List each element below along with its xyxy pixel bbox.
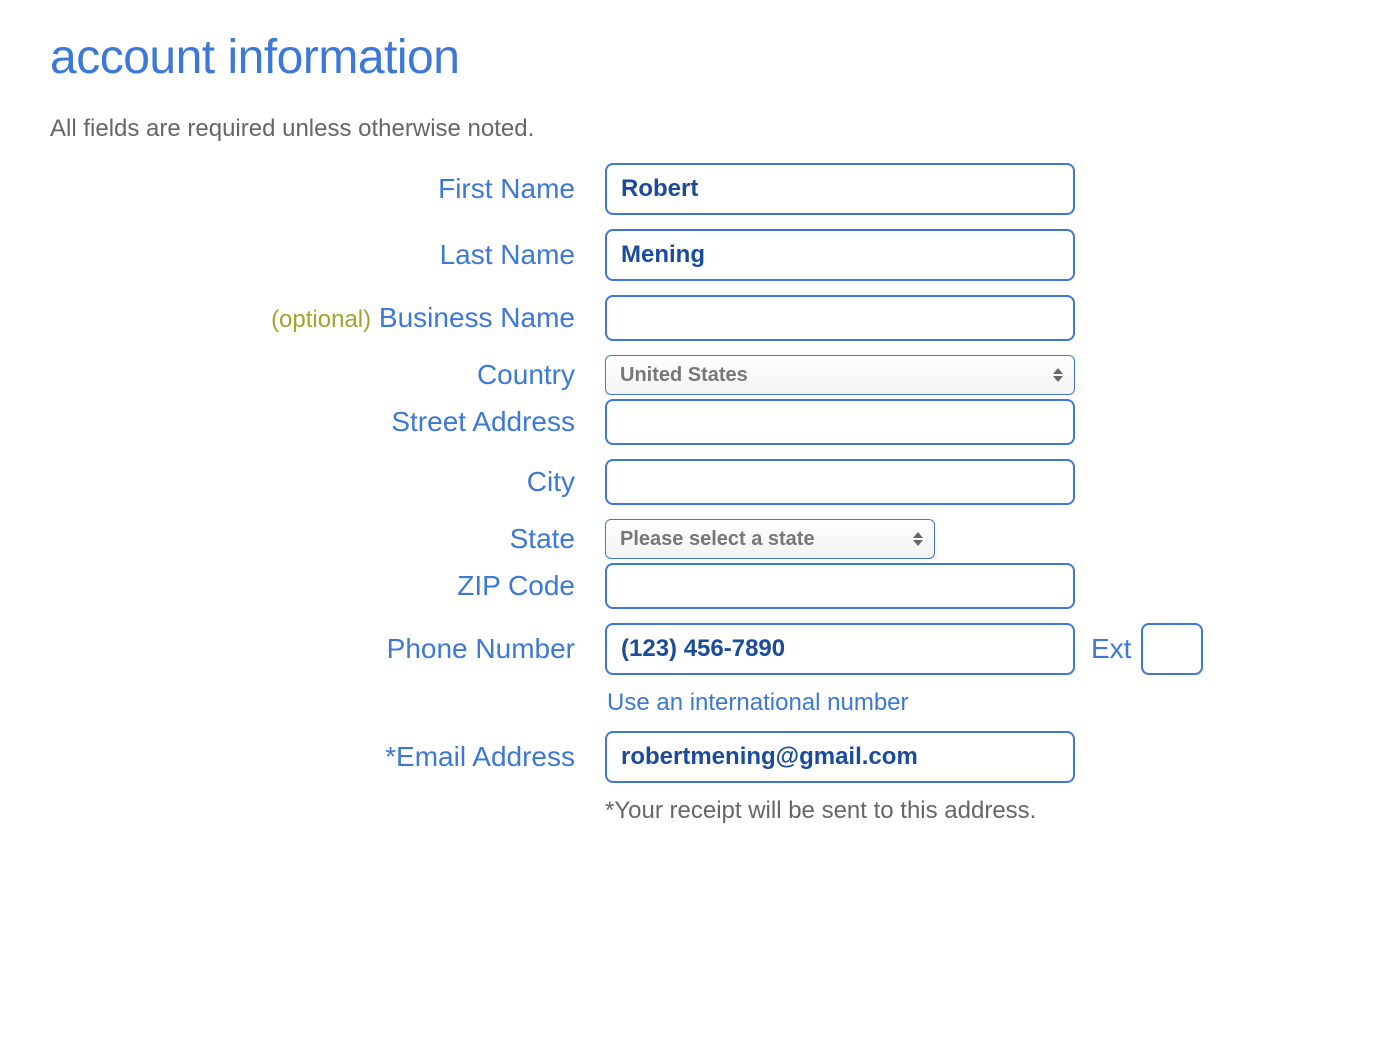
zip-code-label: ZIP Code [50, 570, 605, 602]
country-label: Country [50, 359, 605, 391]
phone-number-input[interactable] [605, 623, 1075, 675]
required-fields-note: All fields are required unless otherwise… [50, 115, 1348, 143]
city-label: City [50, 466, 605, 498]
receipt-note: *Your receipt will be sent to this addre… [605, 797, 1348, 825]
first-name-input[interactable] [605, 163, 1075, 215]
optional-tag: (optional) [271, 306, 371, 333]
email-address-input[interactable] [605, 731, 1075, 783]
business-name-label: (optional) Business Name [50, 302, 605, 334]
last-name-label: Last Name [50, 239, 605, 271]
street-address-input[interactable] [605, 399, 1075, 445]
last-name-input[interactable] [605, 229, 1075, 281]
ext-label: Ext [1091, 633, 1131, 665]
international-number-link[interactable]: Use an international number [605, 689, 909, 717]
zip-code-input[interactable] [605, 563, 1075, 609]
country-select[interactable]: United States [605, 355, 1075, 395]
city-input[interactable] [605, 459, 1075, 505]
state-label: State [50, 523, 605, 555]
ext-input[interactable] [1141, 623, 1203, 675]
phone-number-label: Phone Number [50, 633, 605, 665]
state-select[interactable]: Please select a state [605, 519, 935, 559]
business-name-input[interactable] [605, 295, 1075, 341]
street-address-label: Street Address [50, 406, 605, 438]
email-address-label: *Email Address [50, 741, 605, 773]
first-name-label: First Name [50, 173, 605, 205]
required-asterisk: * [385, 741, 396, 772]
page-title: account information [50, 30, 1348, 85]
